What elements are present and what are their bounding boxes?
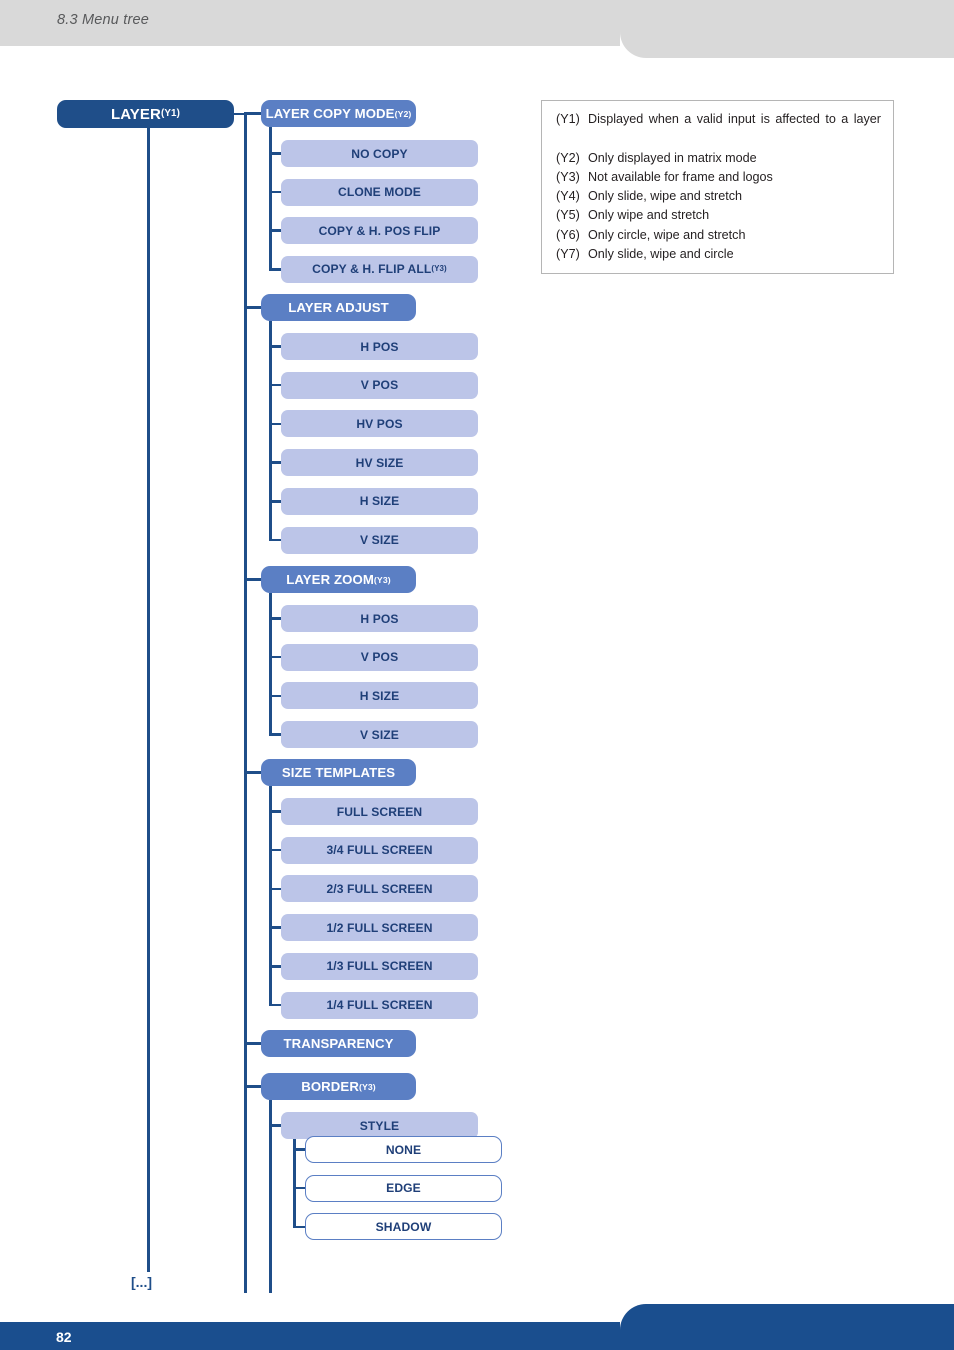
tree-node-hv-size[interactable]: HV SIZE — [281, 449, 478, 477]
node-label: V POS — [360, 378, 399, 393]
tree-node-copy-h-pos-flip[interactable]: COPY & H. POS FLIP — [281, 217, 478, 245]
tree-node-h-pos[interactable]: H POS — [281, 605, 478, 632]
node-label: 1/3 FULL SCREEN — [326, 959, 433, 974]
tree-node-clone-mode[interactable]: CLONE MODE — [281, 178, 478, 206]
node-label: STYLE — [359, 1118, 400, 1133]
tree-node-1-3-full-screen[interactable]: 1/3 FULL SCREEN — [281, 952, 478, 980]
node-label: BORDER — [301, 1079, 359, 1094]
continuation-marker: [...] — [131, 1274, 152, 1290]
tree-node-3-4-full-screen[interactable]: 3/4 FULL SCREEN — [281, 836, 478, 864]
tree-node-border[interactable]: BORDER (Y3) — [261, 1073, 416, 1100]
tree-node-style[interactable]: STYLE — [281, 1112, 478, 1139]
tree-node-shadow[interactable]: SHADOW — [305, 1213, 502, 1241]
tree-node-layer[interactable]: LAYER (Y1) — [57, 100, 234, 128]
tree-node-v-pos[interactable]: V POS — [281, 371, 478, 399]
node-label: FULL SCREEN — [336, 804, 423, 819]
node-label: LAYER COPY MODE — [265, 106, 395, 121]
node-label: NO COPY — [351, 146, 408, 161]
connector-spine-branch — [269, 786, 272, 1005]
node-label: 1/4 FULL SCREEN — [326, 998, 433, 1012]
node-label: H POS — [360, 611, 399, 626]
node-label: LAYER ADJUST — [288, 300, 389, 315]
node-label: 1/2 FULL SCREEN — [326, 920, 433, 935]
node-label: LAYER — [110, 105, 161, 123]
node-label: SHADOW — [375, 1219, 432, 1234]
tree-node-layer-adjust[interactable]: LAYER ADJUST — [261, 294, 416, 321]
connector-spine-branch — [269, 321, 272, 540]
node-label: H SIZE — [359, 494, 400, 509]
tree-node-v-pos[interactable]: V POS — [281, 643, 478, 671]
tree-node-none[interactable]: NONE — [305, 1136, 502, 1163]
node-label: V SIZE — [360, 727, 399, 742]
tree-node-2-3-full-screen[interactable]: 2/3 FULL SCREEN — [281, 875, 478, 903]
node-label: V SIZE — [360, 533, 399, 547]
tree-node-size-templates[interactable]: SIZE TEMPLATES — [261, 759, 416, 786]
node-label: H POS — [360, 339, 399, 354]
menu-tree-diagram: LAYER (Y1) LAYER COPY MODE (Y2) NO COPY CLONE… — [0, 0, 954, 1350]
connector-spine-branch — [269, 127, 272, 270]
node-label: HV POS — [356, 416, 403, 431]
node-label: EDGE — [386, 1181, 421, 1196]
tree-node-h-size[interactable]: H SIZE — [281, 487, 478, 515]
tree-node-hv-pos[interactable]: HV POS — [281, 410, 478, 438]
node-label: COPY & H. POS FLIP — [318, 223, 441, 238]
tree-node-h-pos[interactable]: H POS — [281, 333, 478, 360]
tree-node-v-size[interactable]: V SIZE — [281, 721, 478, 749]
node-label: SIZE TEMPLATES — [281, 765, 396, 780]
node-label: LAYER ZOOM — [286, 572, 374, 587]
connector-spine-main — [244, 114, 247, 1293]
node-label: 2/3 FULL SCREEN — [326, 881, 433, 896]
node-label: CLONE MODE — [338, 185, 421, 200]
tree-node-no-copy[interactable]: NO COPY — [281, 140, 478, 167]
node-label: V POS — [360, 650, 399, 665]
tree-node-h-size[interactable]: H SIZE — [281, 682, 478, 710]
node-label: 3/4 FULL SCREEN — [326, 843, 433, 858]
tree-node-layer-copy-mode[interactable]: LAYER COPY MODE (Y2) — [261, 100, 416, 127]
connector-spine-border-tail — [269, 1100, 272, 1293]
tree-node-layer-zoom[interactable]: LAYER ZOOM (Y3) — [261, 566, 416, 593]
node-label: HV SIZE — [355, 455, 404, 470]
node-label: TRANSPARENCY — [283, 1036, 394, 1051]
tree-node-transparency[interactable]: TRANSPARENCY — [261, 1030, 416, 1057]
tree-node-full-screen[interactable]: FULL SCREEN — [281, 798, 478, 825]
tree-node-copy-h-flip-all[interactable]: COPY & H. FLIP ALL (Y3) — [281, 255, 478, 283]
connector-spine-branch — [269, 593, 272, 735]
connector-spine-style — [293, 1139, 296, 1227]
tree-node-1-2-full-screen[interactable]: 1/2 FULL SCREEN — [281, 914, 478, 942]
tree-node-edge[interactable]: EDGE — [305, 1174, 502, 1202]
tree-node-v-size[interactable]: V SIZE — [281, 526, 478, 554]
node-label: NONE — [385, 1142, 422, 1157]
tree-node-1-4-full-screen[interactable]: 1/4 FULL SCREEN — [281, 991, 478, 1019]
node-label: COPY & H. FLIP ALL — [312, 262, 432, 277]
node-label: H SIZE — [359, 688, 400, 703]
connector-spine-root — [147, 128, 150, 1272]
